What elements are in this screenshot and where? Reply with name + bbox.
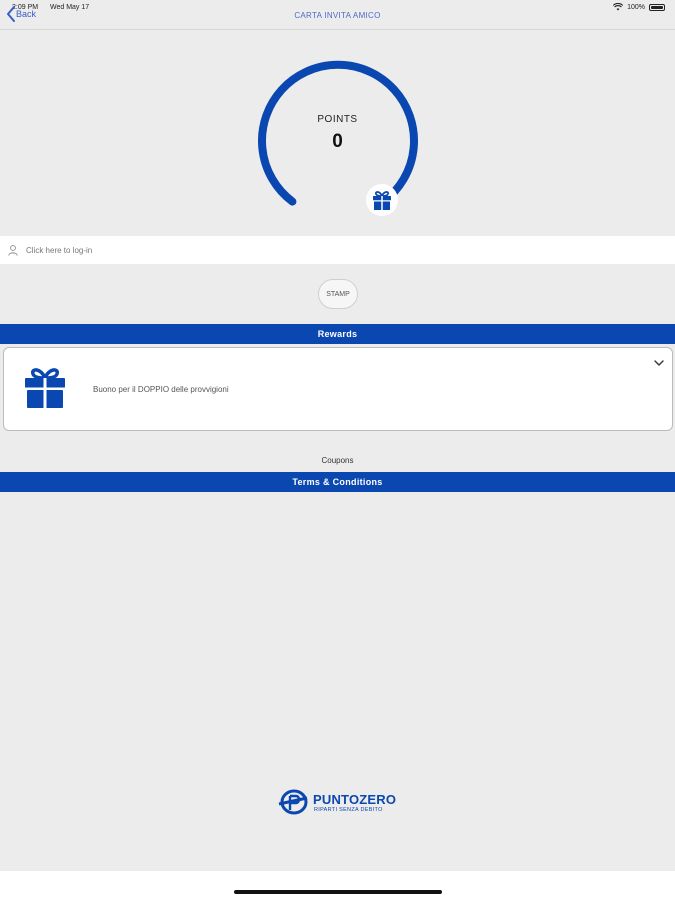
stamp-button[interactable]: STAMP — [318, 279, 358, 309]
gauge-gift-badge — [366, 184, 398, 216]
coupons-label[interactable]: Coupons — [0, 456, 675, 465]
stamp-label: STAMP — [326, 290, 350, 298]
navigation-bar: Back CARTA INVITA AMICO — [0, 0, 675, 30]
chevron-down-icon[interactable] — [654, 360, 664, 367]
points-label: POINTS — [317, 114, 358, 125]
login-label: Click here to log-in — [26, 245, 93, 255]
page-title: CARTA INVITA AMICO — [294, 11, 381, 20]
logo-mark-icon — [278, 789, 308, 815]
gift-icon — [373, 191, 391, 210]
rewards-header: Rewards — [0, 324, 675, 344]
points-value: 0 — [332, 131, 343, 152]
terms-header[interactable]: Terms & Conditions — [0, 472, 675, 492]
gift-icon — [25, 368, 65, 408]
person-icon — [8, 244, 18, 256]
login-row[interactable]: Click here to log-in — [0, 236, 675, 264]
bottom-area — [0, 871, 675, 900]
reward-text: Buono per il DOPPIO delle provvigioni — [93, 385, 229, 394]
brand-name: PUNTOZERO — [313, 792, 397, 807]
brand-tagline: RIPARTI SENZA DEBITO — [314, 807, 383, 813]
reward-card[interactable]: Buono per il DOPPIO delle provvigioni — [3, 347, 673, 431]
brand-logo: PUNTOZERO RIPARTI SENZA DEBITO — [277, 788, 403, 818]
home-indicator[interactable] — [234, 890, 442, 894]
